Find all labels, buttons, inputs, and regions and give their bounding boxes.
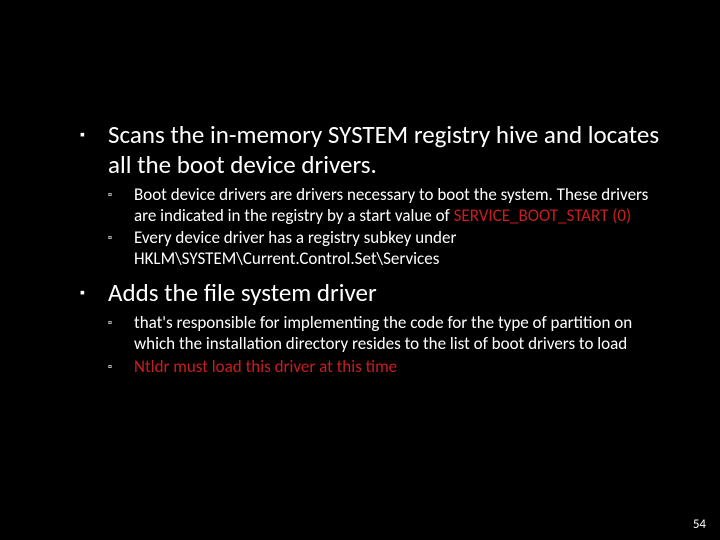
sub-item: ▫ Boot device drivers are drivers necess… (108, 185, 660, 226)
sub-text: Every device driver has a registry subke… (134, 228, 660, 269)
sub-text-red: Ntldr must load this driver at this time (134, 356, 397, 377)
sub-item: ▫ that's responsible for implementing th… (108, 313, 660, 354)
sub-item: ▫ Ntldr must load this driver at this ti… (108, 357, 660, 378)
sub-text: Boot device drivers are drivers necessar… (134, 185, 660, 226)
hollow-square-bullet-icon: ▫ (108, 360, 112, 373)
hollow-square-bullet-icon: ▫ (108, 231, 112, 244)
slide: ▪ Scans the in-memory SYSTEM registry hi… (0, 0, 720, 540)
hollow-square-bullet-icon: ▫ (108, 316, 112, 329)
square-bullet-icon: ▪ (80, 126, 85, 143)
page-number: 54 (693, 517, 706, 532)
main-list: ▪ Scans the in-memory SYSTEM registry hi… (80, 120, 660, 378)
sub-text-prefix: Every device driver has a registry subke… (134, 227, 456, 269)
main-item: ▪ Adds the file system driver ▫ that's r… (80, 278, 660, 378)
sub-text-red: SERVICE_BOOT_START (0) (454, 205, 632, 226)
sub-list: ▫ that's responsible for implementing th… (108, 313, 660, 377)
sub-text: Ntldr must load this driver at this time (134, 357, 660, 378)
main-text: Adds the file system driver (108, 278, 660, 308)
sub-item: ▫ Every device driver has a registry sub… (108, 228, 660, 269)
main-text: Scans the in-memory SYSTEM registry hive… (108, 120, 660, 179)
sub-text: that's responsible for implementing the … (134, 313, 660, 354)
square-bullet-icon: ▪ (80, 284, 85, 301)
sub-list: ▫ Boot device drivers are drivers necess… (108, 185, 660, 270)
hollow-square-bullet-icon: ▫ (108, 188, 112, 201)
sub-text-prefix: that's responsible for implementing the … (134, 312, 632, 354)
main-item: ▪ Scans the in-memory SYSTEM registry hi… (80, 120, 660, 270)
